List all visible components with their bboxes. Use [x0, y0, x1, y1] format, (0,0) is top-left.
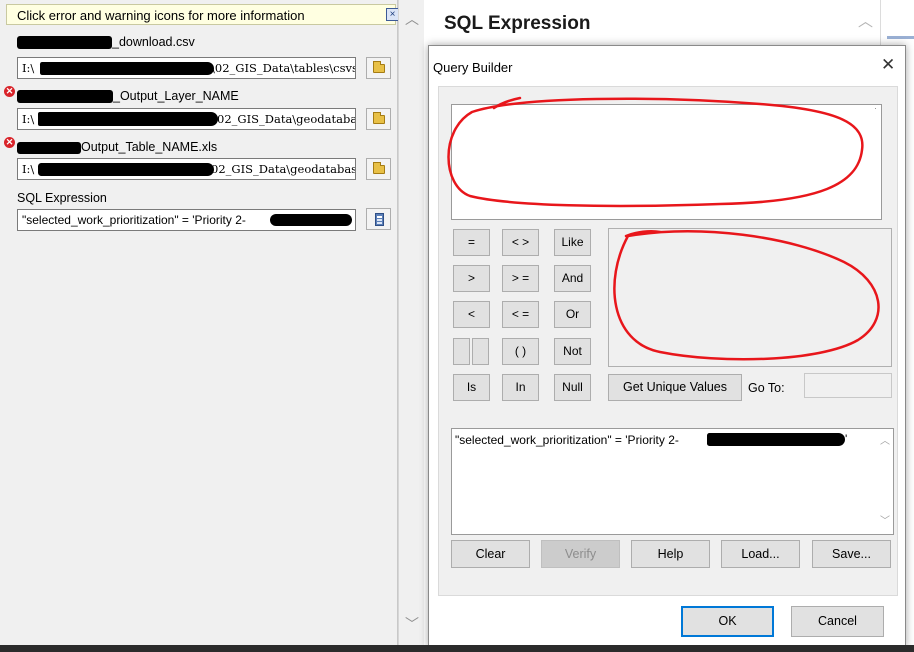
chevron-up-icon[interactable]: ︿	[404, 12, 420, 26]
goto-label: Go To:	[748, 381, 785, 395]
error-icon[interactable]: ✕	[4, 86, 15, 97]
browse-button[interactable]	[366, 158, 391, 180]
clear-button[interactable]: Clear	[451, 540, 530, 568]
editor-scrollbar[interactable]: ︿ ﹀	[876, 429, 894, 534]
operator-is-button[interactable]: Is	[453, 374, 490, 401]
sql-expression-quote: '	[845, 432, 848, 446]
query-builder-dialog: Query Builder ✕ · = < > Like > > = And <…	[428, 45, 906, 648]
operator-greater-button[interactable]: >	[453, 265, 490, 292]
param-label-output-layer: _Output_Layer_NAME	[113, 89, 239, 103]
help-button[interactable]: Help	[631, 540, 710, 568]
folder-open-icon	[373, 61, 385, 73]
param-input-table-path[interactable]: I:\ \02_GIS_Data\tables\csvs\s	[17, 57, 356, 79]
tool-parameters-panel: Click error and warning icons for more i…	[0, 0, 399, 645]
path-prefix: I:\	[22, 112, 35, 126]
save-button[interactable]: Save...	[812, 540, 891, 568]
folder-open-icon	[373, 112, 385, 124]
unique-values-list[interactable]	[608, 228, 892, 367]
redaction-mark	[38, 163, 214, 176]
operator-or-button[interactable]: Or	[554, 301, 591, 328]
chevron-down-icon[interactable]: ﹀	[877, 515, 893, 529]
browse-button[interactable]	[366, 108, 391, 130]
param-output-table-path[interactable]: I:\ 02_GIS_Data\geodatabase	[17, 158, 356, 180]
operator-less-equal-button[interactable]: < =	[502, 301, 539, 328]
operator-in-button[interactable]: In	[502, 374, 539, 401]
path-prefix: I:\	[22, 162, 35, 176]
redaction-mark	[707, 433, 845, 446]
redaction-mark	[17, 142, 81, 154]
operator-like-button[interactable]: Like	[554, 229, 591, 256]
operator-not-equal-button[interactable]: < >	[502, 229, 539, 256]
param-output-layer-path[interactable]: I:\ 02_GIS_Data\geodatabases	[17, 108, 356, 130]
path-suffix: \02_GIS_Data\tables\csvs\s	[211, 61, 356, 75]
cancel-button[interactable]: Cancel	[791, 606, 884, 637]
path-suffix: 02_GIS_Data\geodatabases	[217, 112, 356, 126]
operator-equals-button[interactable]: =	[453, 229, 490, 256]
verify-button[interactable]: Verify	[541, 540, 620, 568]
operator-and-button[interactable]: And	[554, 265, 591, 292]
redaction-mark	[38, 112, 218, 126]
background-window-edge	[880, 0, 914, 45]
operator-blank-button[interactable]	[453, 338, 470, 365]
param-label-input-table: _download.csv	[112, 35, 195, 49]
operator-blank-button[interactable]	[472, 338, 489, 365]
dialog-title: Query Builder	[433, 60, 513, 75]
fields-list[interactable]	[451, 104, 882, 220]
chevron-up-icon[interactable]: ︿	[877, 435, 893, 449]
sql-expression-value: "selected_work_prioritization" = 'Priori…	[22, 213, 246, 227]
operator-not-button[interactable]: Not	[554, 338, 591, 365]
get-unique-values-button[interactable]: Get Unique Values	[608, 374, 742, 401]
help-panel-title: SQL Expression	[444, 13, 591, 34]
taskbar-edge	[0, 645, 914, 652]
sql-expression-field[interactable]: "selected_work_prioritization" = 'Priori…	[17, 209, 356, 231]
info-bar: Click error and warning icons for more i…	[6, 4, 399, 25]
sql-expression-editor[interactable]: "selected_work_prioritization" = 'Priori…	[451, 428, 894, 535]
load-button[interactable]: Load...	[721, 540, 800, 568]
list-corner-mark: ·	[874, 103, 877, 113]
operator-less-button[interactable]: <	[453, 301, 490, 328]
ok-button[interactable]: OK	[681, 606, 774, 637]
chevron-up-icon[interactable]: ︿	[858, 10, 873, 31]
path-suffix: 02_GIS_Data\geodatabase	[211, 162, 356, 176]
operator-greater-equal-button[interactable]: > =	[502, 265, 539, 292]
info-bar-message: Click error and warning icons for more i…	[17, 8, 305, 23]
redaction-mark	[17, 90, 113, 103]
goto-input[interactable]	[804, 373, 892, 398]
close-icon[interactable]: ✕	[881, 55, 895, 75]
sql-calculator-icon	[375, 213, 384, 226]
folder-open-icon	[373, 162, 385, 174]
redaction-mark	[17, 36, 112, 49]
chevron-down-icon[interactable]: ﹀	[404, 617, 420, 631]
panel-scrollbar[interactable]: ︿ ﹀	[398, 0, 424, 645]
redaction-mark	[40, 62, 214, 75]
operator-null-button[interactable]: Null	[554, 374, 591, 401]
browse-button[interactable]	[366, 57, 391, 79]
operator-parentheses-button[interactable]: ( )	[502, 338, 539, 365]
sql-builder-button[interactable]	[366, 208, 391, 230]
param-label-sql-expression: SQL Expression	[17, 191, 107, 205]
error-icon[interactable]: ✕	[4, 137, 15, 148]
sql-expression-text: "selected_work_prioritization" = 'Priori…	[455, 433, 679, 447]
dialog-body: · = < > Like > > = And < < = Or ( ) Not …	[438, 86, 898, 596]
redaction-mark	[270, 214, 352, 226]
param-label-output-table: Output_Table_NAME.xls	[81, 140, 218, 154]
path-prefix: I:\	[22, 61, 35, 75]
